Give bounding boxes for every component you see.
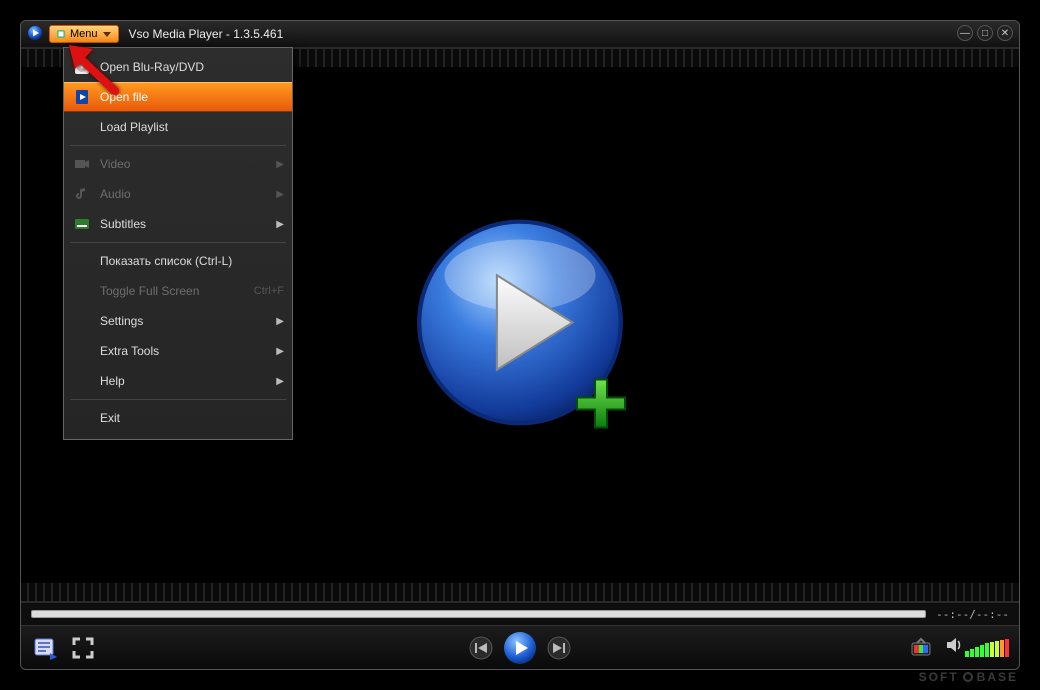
video-icon xyxy=(72,156,92,172)
submenu-arrow-icon: ▶ xyxy=(276,189,284,200)
watermark-dot-icon xyxy=(963,672,973,682)
menu-item-settings[interactable]: Settings ▶ xyxy=(64,306,292,336)
chevron-down-icon xyxy=(102,29,112,39)
menu-item-label: Help xyxy=(100,374,125,388)
menu-item-label: Settings xyxy=(100,314,143,328)
titlebar: Menu Vso Media Player - 1.3.5.461 — □ ✕ xyxy=(21,21,1019,47)
menu-item-audio: Audio ▶ xyxy=(64,179,292,209)
menu-item-label: Показать список (Ctrl-L) xyxy=(100,254,232,268)
playlist-button[interactable] xyxy=(31,634,59,662)
maximize-button[interactable]: □ xyxy=(977,25,993,41)
menu-item-label: Subtitles xyxy=(100,217,146,231)
submenu-arrow-icon: ▶ xyxy=(276,376,284,387)
menu-item-subtitles[interactable]: Subtitles ▶ xyxy=(64,209,292,239)
menu-item-label: Open file xyxy=(100,90,148,104)
menu-separator xyxy=(70,145,286,146)
menu-shortcut: Ctrl+F xyxy=(254,285,284,297)
menu-item-open-bluray[interactable]: Open Blu-Ray/DVD xyxy=(64,52,292,82)
menu-separator xyxy=(70,242,286,243)
menu-item-help[interactable]: Help ▶ xyxy=(64,366,292,396)
next-button[interactable] xyxy=(545,634,573,662)
play-add-button[interactable] xyxy=(415,218,625,433)
menu-item-exit[interactable]: Exit xyxy=(64,403,292,433)
main-menu-dropdown: Open Blu-Ray/DVD Open file Load Playlist… xyxy=(63,47,293,440)
speaker-icon xyxy=(945,636,963,659)
note-icon xyxy=(72,186,92,202)
seek-bar: --:--/--:-- xyxy=(21,603,1019,625)
seek-track[interactable] xyxy=(31,610,926,618)
menu-button[interactable]: Menu xyxy=(49,25,119,43)
menu-item-label: Exit xyxy=(100,411,120,425)
close-button[interactable]: ✕ xyxy=(997,25,1013,41)
watermark: SOFT BASE xyxy=(919,670,1018,684)
menu-item-video: Video ▶ xyxy=(64,149,292,179)
plus-icon xyxy=(571,374,631,439)
submenu-arrow-icon: ▶ xyxy=(276,346,284,357)
menu-item-label: Audio xyxy=(100,187,131,201)
submenu-arrow-icon: ▶ xyxy=(276,316,284,327)
volume-bars[interactable] xyxy=(965,639,1009,657)
time-display: --:--/--:-- xyxy=(936,609,1009,620)
control-bar xyxy=(21,625,1019,669)
volume-control[interactable] xyxy=(945,636,1009,659)
submenu-arrow-icon: ▶ xyxy=(276,159,284,170)
menu-button-label: Menu xyxy=(70,28,98,40)
menu-item-label: Toggle Full Screen xyxy=(100,284,199,298)
minimize-button[interactable]: — xyxy=(957,25,973,41)
prev-button[interactable] xyxy=(467,634,495,662)
submenu-arrow-icon: ▶ xyxy=(276,219,284,230)
app-icon xyxy=(27,25,43,44)
tv-button[interactable] xyxy=(907,634,935,662)
play-button[interactable] xyxy=(503,631,537,665)
disc-icon xyxy=(72,59,92,75)
file-play-icon xyxy=(72,89,92,105)
app-window: Menu Vso Media Player - 1.3.5.461 — □ ✕ … xyxy=(20,20,1020,670)
fullscreen-button[interactable] xyxy=(69,634,97,662)
subtitle-icon xyxy=(72,216,92,232)
menu-item-open-file[interactable]: Open file xyxy=(64,82,292,112)
menu-item-label: Open Blu-Ray/DVD xyxy=(100,60,204,74)
window-title: Vso Media Player - 1.3.5.461 xyxy=(129,27,284,41)
menu-item-show-list[interactable]: Показать список (Ctrl-L) xyxy=(64,246,292,276)
menu-item-toggle-fullscreen: Toggle Full Screen Ctrl+F xyxy=(64,276,292,306)
menu-separator xyxy=(70,399,286,400)
menu-item-load-playlist[interactable]: Load Playlist xyxy=(64,112,292,142)
menu-item-label: Video xyxy=(100,157,130,171)
menu-item-extra-tools[interactable]: Extra Tools ▶ xyxy=(64,336,292,366)
menu-item-label: Load Playlist xyxy=(100,120,168,134)
menu-item-label: Extra Tools xyxy=(100,344,159,358)
app-tiny-icon xyxy=(56,29,66,39)
